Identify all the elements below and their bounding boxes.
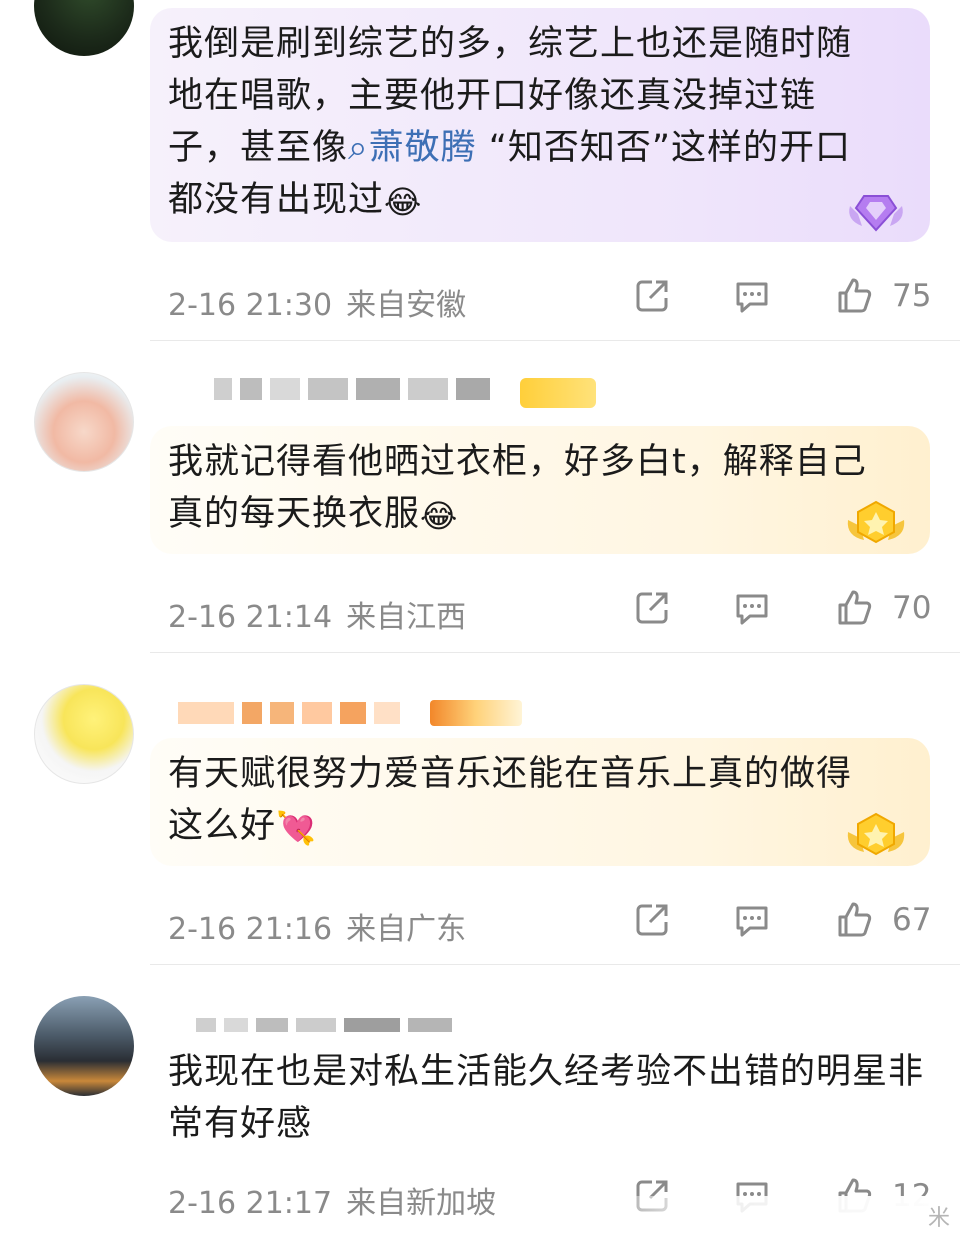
- location: 来自新加坡: [346, 1186, 497, 1221]
- username-redacted: [178, 702, 400, 724]
- like-count: 70: [892, 590, 932, 626]
- laughing-emoji-icon: 😂: [420, 497, 459, 535]
- comment-meta: 2-16 21:30 来自安徽: [168, 280, 466, 324]
- comment-meta: 2-16 21:16 来自广东: [168, 904, 466, 948]
- comment-text: 我现在也是对私生活能久经考验不出错的明星非常有好感: [168, 1052, 925, 1144]
- search-icon: ⌕: [348, 128, 369, 168]
- vip-badge-redacted: [430, 700, 522, 726]
- comment-text: 我就记得看他晒过衣柜，好多白t，解释自己真的每天换衣服😂: [168, 436, 912, 542]
- divider: [150, 340, 960, 341]
- watermark-text: 米: [928, 1206, 951, 1231]
- comment-reply-icon[interactable]: [732, 588, 772, 628]
- watermark-overlay: [580, 1196, 960, 1236]
- like-count: 75: [892, 278, 932, 314]
- comment-bubble: 我倒是刷到综艺的多，综艺上也还是随时随地在唱歌，主要他开口好像还真没掉过链子，甚…: [150, 8, 930, 242]
- divider: [150, 964, 960, 965]
- timestamp: 2-16 21:17: [168, 1186, 333, 1221]
- gold-crown-badge-icon: [847, 812, 905, 856]
- like-icon[interactable]: [834, 900, 874, 940]
- timestamp: 2-16 21:14: [168, 600, 333, 635]
- action-bar: 75: [630, 276, 940, 322]
- like-count: 67: [892, 902, 932, 938]
- location: 来自安徽: [346, 288, 467, 323]
- avatar[interactable]: [34, 684, 134, 784]
- timestamp: 2-16 21:30: [168, 288, 333, 323]
- like-icon[interactable]: [834, 588, 874, 628]
- avatar[interactable]: [34, 0, 134, 56]
- avatar[interactable]: [34, 372, 134, 472]
- comment-reply-icon[interactable]: [732, 900, 772, 940]
- comment-text: 我倒是刷到综艺的多，综艺上也还是随时随地在唱歌，主要他开口好像还真没掉过链子，甚…: [168, 18, 912, 228]
- topic-link[interactable]: ⌕萧敬腾: [348, 128, 477, 168]
- share-icon[interactable]: [632, 276, 672, 316]
- comment-meta: 2-16 21:17 来自新加坡: [168, 1178, 496, 1222]
- share-icon[interactable]: [632, 588, 672, 628]
- purple-diamond-badge-icon: [849, 195, 903, 232]
- comment-bubble: 我就记得看他晒过衣柜，好多白t，解释自己真的每天换衣服😂: [150, 426, 930, 554]
- share-icon[interactable]: [632, 900, 672, 940]
- location: 来自江西: [346, 600, 467, 635]
- laughing-emoji-icon: 😂: [384, 183, 423, 221]
- action-bar: 67: [630, 900, 940, 946]
- divider: [150, 652, 960, 653]
- comment-meta: 2-16 21:14 来自江西: [168, 592, 466, 636]
- action-bar: 70: [630, 588, 940, 634]
- location: 来自广东: [346, 912, 467, 947]
- comment-bubble: 有天赋很努力爱音乐还能在音乐上真的做得这么好💘: [150, 738, 930, 866]
- username-redacted: [214, 378, 490, 400]
- comment-reply-icon[interactable]: [732, 276, 772, 316]
- username-redacted: [196, 1018, 452, 1032]
- heart-arrow-emoji-icon: 💘: [276, 809, 317, 847]
- comment-text: 有天赋很努力爱音乐还能在音乐上真的做得这么好💘: [168, 748, 912, 854]
- timestamp: 2-16 21:16: [168, 912, 333, 947]
- avatar[interactable]: [34, 996, 134, 1096]
- like-icon[interactable]: [834, 276, 874, 316]
- gold-crown-badge-icon: [847, 500, 905, 544]
- vip-badge-redacted: [520, 378, 596, 408]
